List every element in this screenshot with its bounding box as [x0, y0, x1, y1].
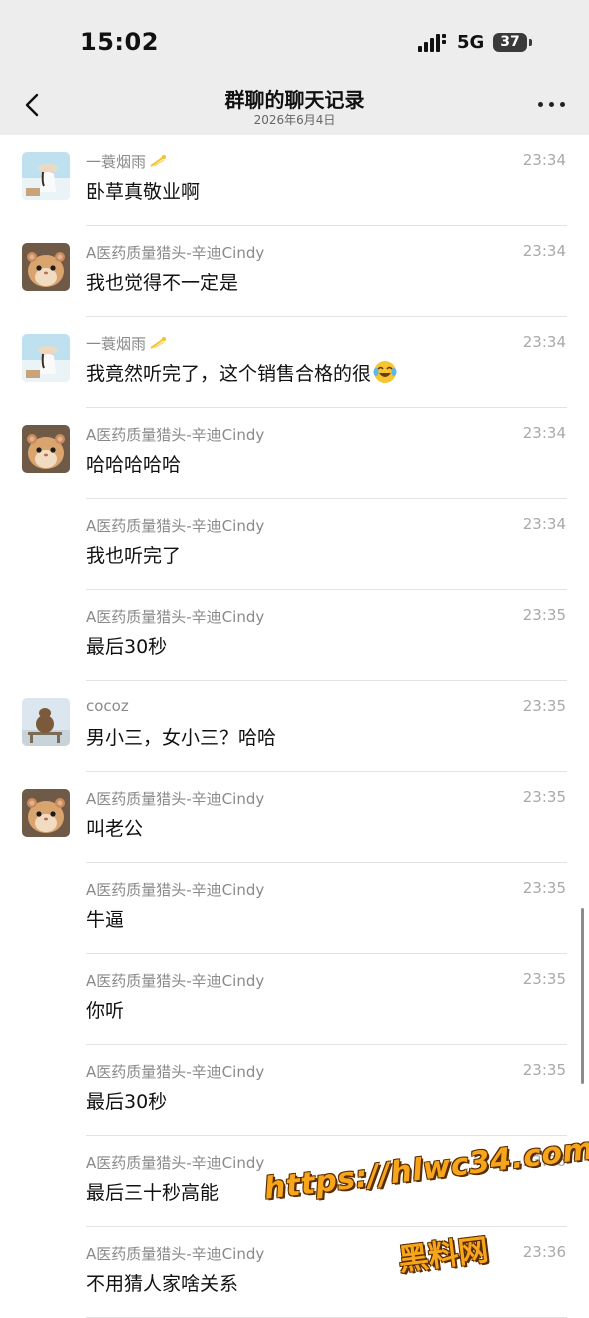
message-text-content: 哈哈哈哈哈 — [86, 454, 182, 476]
laughing-crying-emoji-icon — [373, 361, 397, 383]
message-text: 我竟然听完了，这个销售合格的很 — [86, 359, 397, 386]
message-text-content: 牛逼 — [86, 909, 125, 931]
sender-name-text: A医药质量猎头-辛迪Cindy — [86, 881, 265, 899]
nav-bar: 群聊的聊天记录 2026年6月4日 — [0, 80, 589, 135]
page-subtitle-date: 2026年6月4日 — [253, 113, 336, 127]
status-time: 15:02 — [80, 28, 159, 56]
message-text: 最后30秒 — [86, 632, 167, 659]
network-type: 5G — [457, 32, 485, 53]
chat-message[interactable]: A医药质量猎头-辛迪Cindy 23:35 你听 — [0, 954, 589, 1045]
sender-name-text: A医药质量猎头-辛迪Cindy — [86, 1245, 265, 1263]
message-text: 不用猜人家啥关系 — [86, 1269, 238, 1296]
message-text-content: 最后三十秒高能 — [86, 1182, 220, 1204]
message-time: 23:34 — [522, 242, 566, 260]
chat-message[interactable]: A医药质量猎头-辛迪Cindy 23:34 我也觉得不一定是 — [0, 226, 589, 317]
message-text: 叫老公 — [86, 814, 143, 841]
message-text-content: 最后30秒 — [86, 1091, 168, 1113]
message-text-content: 男小三，女小三？哈哈 — [86, 727, 277, 749]
chat-message[interactable]: A医药质量猎头-辛迪Cindy 23:35 叫老公 — [0, 772, 589, 863]
message-text-content: 我竟然听完了，这个销售合格的很 — [86, 363, 372, 385]
sender-name-text: A医药质量猎头-辛迪Cindy — [86, 426, 265, 444]
message-text-content: 你听 — [86, 1000, 125, 1022]
sender-name: 一蓑烟雨 — [86, 333, 167, 354]
message-text: 男小三，女小三？哈哈 — [86, 723, 276, 750]
sender-name: cocoz — [86, 697, 129, 715]
message-time: 23:35 — [522, 697, 566, 715]
sender-name: A医药质量猎头-辛迪Cindy — [86, 1243, 264, 1264]
message-text-content: 叫老公 — [86, 818, 144, 840]
battery-level: 37 — [500, 34, 520, 50]
message-text: 牛逼 — [86, 905, 124, 932]
message-time: 23:35 — [522, 970, 566, 988]
chat-message[interactable]: A医药质量猎头-辛迪Cindy 23:35 最后30秒 — [0, 590, 589, 681]
battery-icon: 37 — [493, 33, 532, 52]
message-text: 卧草真敬业啊 — [86, 177, 200, 204]
message-time: 23:36 — [522, 1152, 566, 1170]
chat-message[interactable]: A医药质量猎头-辛迪Cindy 23:36 最后三十秒高能 — [0, 1136, 589, 1227]
message-text-content: 卧草真敬业啊 — [86, 181, 201, 203]
chat-message[interactable]: A医药质量猎头-辛迪Cindy 23:34 哈哈哈哈哈 — [0, 408, 589, 499]
avatar[interactable] — [22, 789, 70, 837]
page-title: 群聊的聊天记录 — [224, 88, 365, 112]
sender-name: A医药质量猎头-辛迪Cindy — [86, 970, 264, 991]
message-text-content: 我也觉得不一定是 — [86, 272, 239, 294]
sender-name-text: A医药质量猎头-辛迪Cindy — [86, 972, 265, 990]
message-text: 你听 — [86, 996, 124, 1023]
sparkle-icon — [150, 155, 167, 167]
sender-name: A医药质量猎头-辛迪Cindy — [86, 788, 264, 809]
sender-name: 一蓑烟雨 — [86, 151, 167, 172]
sender-name-text: 一蓑烟雨 — [86, 335, 147, 353]
message-time: 23:34 — [522, 333, 566, 351]
message-text-content: 我也听完了 — [86, 545, 182, 567]
message-time: 23:34 — [522, 424, 566, 442]
scrollbar[interactable] — [581, 908, 584, 1084]
sender-name-text: A医药质量猎头-辛迪Cindy — [86, 790, 265, 808]
sender-name-text: 一蓑烟雨 — [86, 153, 147, 171]
more-options-icon[interactable] — [538, 100, 566, 110]
chat-record-list: 一蓑烟雨 23:34 卧草真敬业啊 A医药质量猎头-辛迪Cindy 23:34 我也觉得不… — [0, 135, 589, 1318]
sender-name-text: A医药质量猎头-辛迪Cindy — [86, 608, 265, 626]
sender-name: A医药质量猎头-辛迪Cindy — [86, 242, 264, 263]
sender-name-text: cocoz — [86, 697, 129, 715]
avatar[interactable] — [22, 425, 70, 473]
message-time: 23:34 — [522, 515, 566, 533]
message-time: 23:35 — [522, 1061, 566, 1079]
chat-message[interactable]: 一蓑烟雨 23:34 我竟然听完了，这个销售合格的很 — [0, 317, 589, 408]
chat-message[interactable]: 一蓑烟雨 23:34 卧草真敬业啊 — [0, 135, 589, 226]
message-text-content: 最后30秒 — [86, 636, 168, 658]
avatar[interactable] — [22, 243, 70, 291]
avatar[interactable] — [22, 698, 70, 746]
sender-name: A医药质量猎头-辛迪Cindy — [86, 879, 264, 900]
message-time: 23:35 — [522, 879, 566, 897]
message-text: 我也觉得不一定是 — [86, 268, 238, 295]
chat-message[interactable]: cocoz 23:35 男小三，女小三？哈哈 — [0, 681, 589, 772]
sender-name: A医药质量猎头-辛迪Cindy — [86, 424, 264, 445]
cellular-signal-icon — [418, 34, 446, 52]
sender-name-text: A医药质量猎头-辛迪Cindy — [86, 1154, 265, 1172]
avatar[interactable] — [22, 152, 70, 200]
sparkle-icon — [150, 337, 167, 349]
message-text-content: 不用猜人家啥关系 — [86, 1273, 239, 1295]
chat-message[interactable]: A医药质量猎头-辛迪Cindy 23:35 牛逼 — [0, 863, 589, 954]
message-time: 23:34 — [522, 151, 566, 169]
chat-message[interactable]: A医药质量猎头-辛迪Cindy 23:35 最后30秒 — [0, 1045, 589, 1136]
sender-name: A医药质量猎头-辛迪Cindy — [86, 1152, 264, 1173]
chat-message[interactable]: A医药质量猎头-辛迪Cindy 23:36 不用猜人家啥关系 — [0, 1227, 589, 1318]
avatar[interactable] — [22, 334, 70, 382]
chat-message[interactable]: A医药质量猎头-辛迪Cindy 23:34 我也听完了 — [0, 499, 589, 590]
sender-name: A医药质量猎头-辛迪Cindy — [86, 1061, 264, 1082]
status-bar: 15:02 5G 37 — [0, 0, 589, 80]
sender-name-text: A医药质量猎头-辛迪Cindy — [86, 244, 265, 262]
message-text: 我也听完了 — [86, 541, 181, 568]
message-time: 23:35 — [522, 788, 566, 806]
message-text: 最后三十秒高能 — [86, 1178, 219, 1205]
message-text: 哈哈哈哈哈 — [86, 450, 181, 477]
message-text: 最后30秒 — [86, 1087, 167, 1114]
message-time: 23:36 — [522, 1243, 566, 1261]
sender-name-text: A医药质量猎头-辛迪Cindy — [86, 517, 265, 535]
sender-name: A医药质量猎头-辛迪Cindy — [86, 606, 264, 627]
message-time: 23:35 — [522, 606, 566, 624]
sender-name-text: A医药质量猎头-辛迪Cindy — [86, 1063, 265, 1081]
sender-name: A医药质量猎头-辛迪Cindy — [86, 515, 264, 536]
